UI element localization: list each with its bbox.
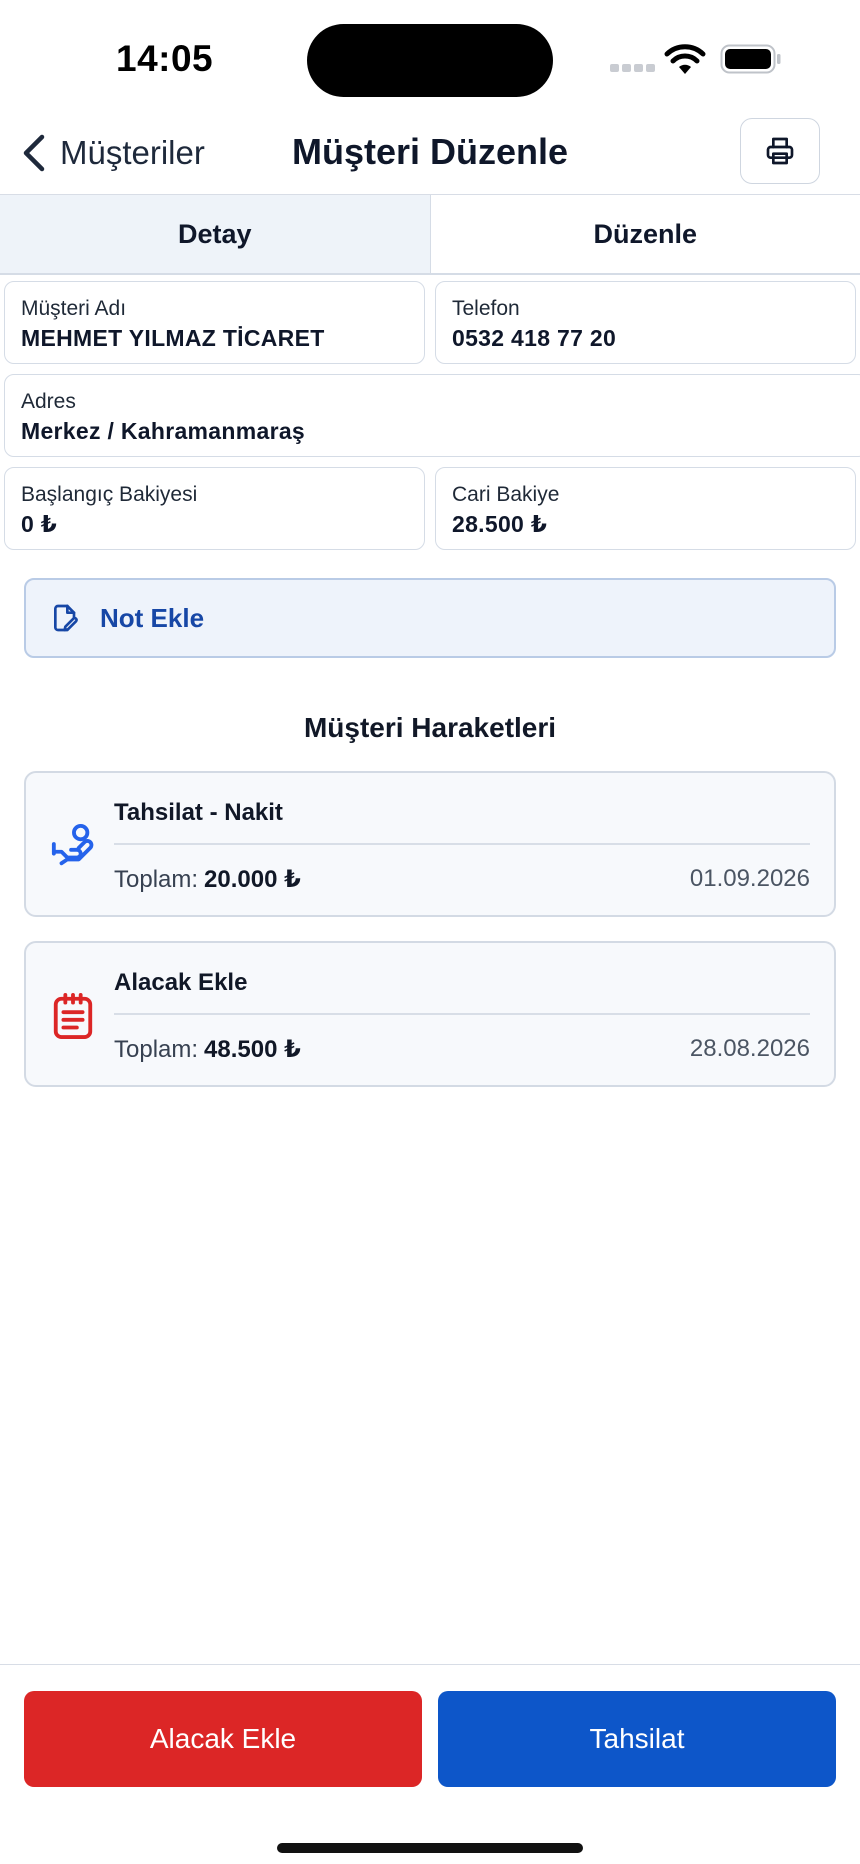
print-button[interactable] <box>740 118 820 184</box>
field-value: Merkez / Kahramanmaraş <box>21 418 306 445</box>
hand-money-icon <box>51 823 94 866</box>
field-value: MEHMET YILMAZ TİCARET <box>21 325 325 352</box>
tab-bar: Detay Düzenle <box>0 195 860 275</box>
divider <box>114 1013 810 1015</box>
current-balance-field: Cari Bakiye 28.500 ₺ <box>435 467 856 550</box>
add-note-label: Not Ekle <box>100 602 205 633</box>
add-receivable-button[interactable]: Alacak Ekle <box>24 1691 422 1787</box>
movement-date: 28.08.2026 <box>689 1035 810 1062</box>
add-note-button[interactable]: Not Ekle <box>24 578 836 658</box>
page-title: Müşteri Düzenle <box>291 131 569 172</box>
navigation-header: Müşteriler Müşteri Düzenle <box>0 110 860 195</box>
printer-icon <box>766 137 794 165</box>
movement-title: Alacak Ekle <box>114 969 248 996</box>
total-amount: 48.500 ₺ <box>204 1036 301 1063</box>
movement-title: Tahsilat - Nakit <box>114 799 283 826</box>
status-time: 14:05 <box>116 38 214 79</box>
field-label: Müşteri Adı <box>21 297 127 320</box>
field-label: Cari Bakiye <box>452 483 560 506</box>
movements-title: Müşteri Haraketleri <box>303 712 557 743</box>
total-label: Toplam: <box>114 866 199 893</box>
movement-total: Toplam: 48.500 ₺ <box>114 1035 301 1064</box>
field-value: 28.500 ₺ <box>452 511 548 538</box>
screen: 14:05 Müşteriler Müşteri Düzenle Detay D… <box>0 0 860 1864</box>
total-amount: 20.000 ₺ <box>204 866 301 893</box>
opening-balance-field: Başlangıç Bakiyesi 0 ₺ <box>4 467 425 550</box>
note-icon <box>54 604 78 632</box>
movement-total: Toplam: 20.000 ₺ <box>114 865 301 894</box>
field-label: Adres <box>21 390 76 413</box>
field-value: 0 ₺ <box>21 511 58 538</box>
field-value: 0532 418 77 20 <box>452 325 617 352</box>
total-label: Toplam: <box>114 1036 199 1063</box>
home-indicator <box>277 1843 583 1853</box>
wifi-icon <box>664 44 706 74</box>
dynamic-island <box>307 24 553 97</box>
field-label: Başlangıç Bakiyesi <box>21 483 198 506</box>
field-label: Telefon <box>452 297 520 320</box>
movement-card[interactable]: Alacak Ekle Toplam: 48.500 ₺ 28.08.2026 <box>24 941 836 1087</box>
collection-button[interactable]: Tahsilat <box>438 1691 836 1787</box>
tab-detay[interactable]: Detay <box>0 195 431 273</box>
divider <box>114 843 810 845</box>
movement-date: 01.09.2026 <box>689 865 810 892</box>
status-bar: 14:05 <box>0 0 860 110</box>
address-field: Adres Merkez / Kahramanmaraş <box>4 374 860 457</box>
customer-name-field: Müşteri Adı MEHMET YILMAZ TİCARET <box>4 281 425 364</box>
bottom-action-bar: Alacak Ekle Tahsilat <box>0 1664 860 1864</box>
phone-field: Telefon 0532 418 77 20 <box>435 281 856 364</box>
movement-card[interactable]: Tahsilat - Nakit Toplam: 20.000 ₺ 01.09.2… <box>24 771 836 917</box>
battery-icon <box>720 44 781 74</box>
tab-duzenle[interactable]: Düzenle <box>430 195 860 273</box>
clipboard-icon <box>53 993 93 1039</box>
cellular-signal-icon <box>610 64 655 74</box>
